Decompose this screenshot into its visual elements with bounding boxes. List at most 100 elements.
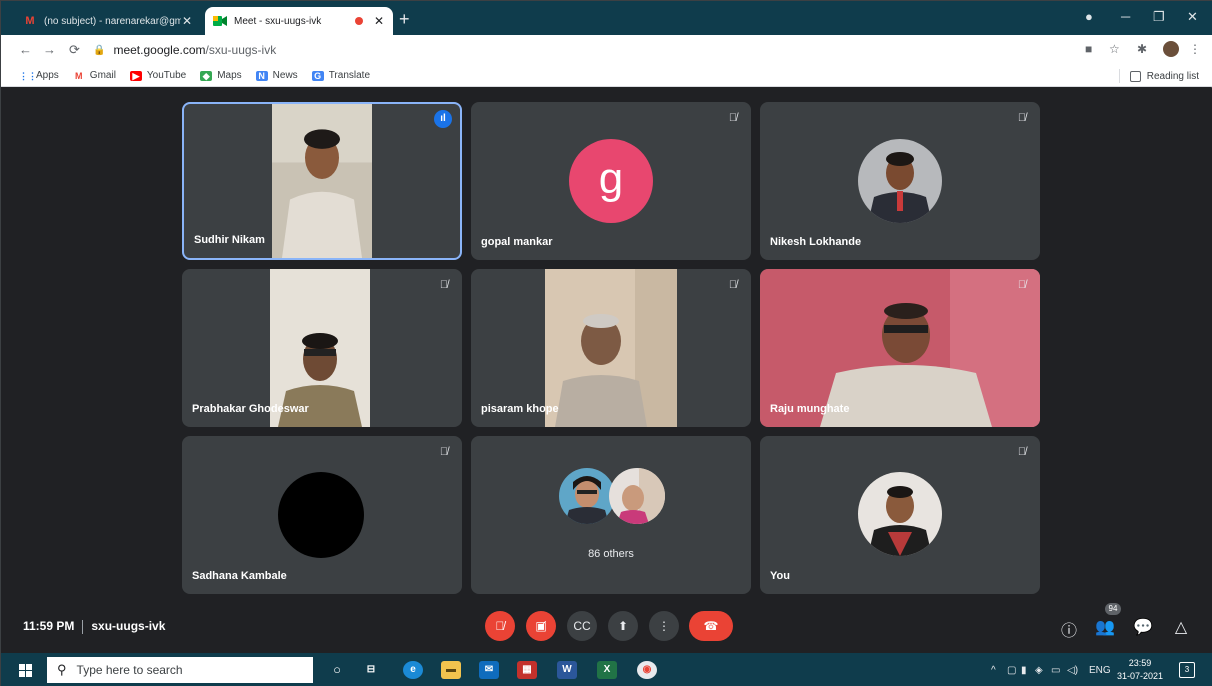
mic-off-icon: 🎙̸	[1017, 446, 1027, 458]
lock-icon: 🔒	[93, 44, 106, 56]
menu-kebab-icon[interactable]: ⋮	[1189, 42, 1201, 56]
participant-tile[interactable]: 🎙̸ Nikesh Lokhande	[760, 102, 1040, 260]
search-icon: ⚲	[57, 662, 67, 677]
participant-name: Nikesh Lokhande	[770, 236, 862, 248]
letter-avatar: g	[569, 139, 653, 223]
new-tab-button[interactable]: +	[399, 9, 410, 30]
meeting-time: 11:59 PM	[23, 619, 75, 633]
participant-name: Sudhir Nikam	[194, 234, 265, 246]
language-indicator[interactable]: ENG	[1089, 665, 1111, 676]
clock-time: 23:59	[1128, 658, 1152, 668]
recording-indicator-icon	[355, 17, 363, 25]
meet-control-bar: 11:59 PM sxu-uugs-ivk 🎙̸ ▣̸ CC ⬆ ⋮ ☎ ⓘ 👥 …	[1, 607, 1212, 651]
participant-tile[interactable]: 🎙̸ pisaram khope	[471, 269, 751, 427]
participant-name: Sadhana Kambale	[192, 570, 287, 582]
participant-tile[interactable]: 🎙̸ Prabhakar Ghodeswar	[182, 269, 462, 427]
forward-icon[interactable]: →	[43, 42, 56, 57]
url-path: /sxu-uugs-ivk	[205, 43, 277, 57]
clock-date: 31-07-2021	[1117, 671, 1164, 681]
participant-avatar	[559, 468, 615, 524]
gmail-icon: M	[25, 15, 35, 27]
edge-icon[interactable]: e	[403, 661, 423, 679]
meeting-code: sxu-uugs-ivk	[91, 619, 166, 633]
reading-list-label: Reading list	[1146, 70, 1199, 82]
bookmark-label: Maps	[217, 70, 242, 81]
reload-icon[interactable]: ⟳	[69, 42, 80, 58]
participant-name: gopal mankar	[481, 236, 553, 248]
chrome-icon[interactable]: ◉	[637, 661, 657, 679]
mic-off-icon: 🎙̸	[728, 279, 738, 291]
network-icon[interactable]: ◈	[1035, 665, 1043, 676]
participant-tile[interactable]: ıl Sudhir Nikam	[182, 102, 462, 260]
bookmark-translate[interactable]: G Translate	[311, 70, 370, 81]
translate-icon: G	[311, 70, 324, 81]
minimize-button[interactable]: ─	[1121, 9, 1130, 24]
mail-icon[interactable]: ✉	[479, 661, 499, 679]
participant-name: pisaram khope	[481, 403, 559, 415]
notification-center-icon[interactable]: 3	[1179, 662, 1195, 678]
bookmark-label: Apps	[36, 70, 59, 81]
bookmark-gmail[interactable]: M Gmail	[73, 70, 116, 81]
back-icon[interactable]: ←	[19, 42, 32, 57]
taskbar-search-input[interactable]: ⚲ Type here to search	[47, 657, 313, 683]
participant-name: Prabhakar Ghodeswar	[192, 403, 309, 415]
activities-icon[interactable]: △	[1171, 617, 1191, 637]
volume-icon[interactable]: ◁)	[1067, 665, 1078, 676]
tab-title: Meet - sxu-uugs-ivk	[234, 15, 322, 27]
bookmark-maps[interactable]: ◆ Maps	[200, 70, 242, 81]
taskbar-clock[interactable]: 23:59 31-07-2021	[1117, 657, 1163, 683]
participant-tile[interactable]: g 🎙̸ gopal mankar	[471, 102, 751, 260]
bookmark-youtube[interactable]: ▶ YouTube	[129, 70, 186, 81]
people-count-badge: 94	[1105, 603, 1121, 615]
chat-icon[interactable]: 💬	[1133, 617, 1153, 637]
participant-tile[interactable]: 🎙̸ Raju munghate	[760, 269, 1040, 427]
tray-chevron-icon[interactable]: ^	[991, 665, 996, 676]
search-placeholder: Type here to search	[76, 663, 183, 677]
tab-meet[interactable]: Meet - sxu-uugs-ivk ✕	[205, 7, 393, 35]
participant-tile[interactable]: 🎙̸ Sadhana Kambale	[182, 436, 462, 594]
close-icon[interactable]: ✕	[181, 14, 193, 28]
excel-icon[interactable]: X	[597, 661, 617, 679]
bookmark-news[interactable]: N News	[255, 70, 298, 81]
others-count: 86 others	[588, 548, 634, 560]
present-now-button[interactable]: ⬆	[608, 611, 638, 641]
end-call-button[interactable]: ☎	[689, 611, 733, 641]
task-view-icon[interactable]: ⊟	[361, 661, 381, 679]
extensions-icon[interactable]: ✱	[1137, 42, 1147, 56]
screen: M (no subject) - narenarekar@gmai ✕ Meet…	[0, 0, 1212, 686]
participant-tile[interactable]: 86 others	[471, 436, 751, 594]
camera-in-use-icon[interactable]: ■	[1085, 42, 1092, 56]
tab-gmail[interactable]: M (no subject) - narenarekar@gmai ✕	[15, 7, 201, 35]
file-explorer-icon[interactable]: ▬	[441, 661, 461, 679]
captions-button[interactable]: CC	[567, 611, 597, 641]
participant-name: You	[770, 570, 790, 582]
participant-avatar	[858, 472, 942, 556]
bookmark-star-icon[interactable]: ☆	[1109, 42, 1120, 56]
profile-menu-icon[interactable]: ●	[1085, 9, 1093, 24]
participant-tile[interactable]: 🎙̸ You	[760, 436, 1040, 594]
gmail-icon: M	[75, 70, 83, 81]
address-bar[interactable]: 🔒 meet.google.com/sxu-uugs-ivk	[93, 40, 1073, 60]
camera-off-button[interactable]: ▣̸	[526, 611, 556, 641]
reading-list-button[interactable]: Reading list	[1118, 69, 1199, 83]
url-host: meet.google.com	[113, 43, 206, 57]
store-icon[interactable]: ▦	[517, 661, 537, 679]
mic-off-button[interactable]: 🎙̸	[485, 611, 515, 641]
participant-name: Raju munghate	[770, 403, 850, 415]
more-options-button[interactable]: ⋮	[649, 611, 679, 641]
cortana-icon[interactable]: ○	[327, 661, 347, 679]
meeting-details-icon[interactable]: ⓘ	[1059, 617, 1079, 641]
profile-avatar[interactable]	[1163, 41, 1179, 57]
meet-tray-icon[interactable]: ▢	[1007, 665, 1016, 676]
people-icon[interactable]: 👥	[1095, 617, 1115, 637]
word-icon[interactable]: W	[557, 661, 577, 679]
close-window-button[interactable]: ✕	[1187, 9, 1198, 25]
bookmark-label: News	[272, 70, 298, 81]
battery-icon[interactable]: ▭	[1051, 665, 1060, 676]
windows-start-icon[interactable]	[19, 664, 32, 677]
close-icon[interactable]: ✕	[373, 14, 385, 28]
bookmark-apps[interactable]: ⋮⋮ Apps	[19, 70, 59, 81]
restore-button[interactable]: ❐	[1153, 9, 1165, 25]
mic-tray-icon[interactable]: ▮	[1021, 665, 1027, 676]
bookmarks-bar: ⋮⋮ Apps M Gmail ▶ YouTube ◆ Maps N News …	[1, 65, 1212, 87]
